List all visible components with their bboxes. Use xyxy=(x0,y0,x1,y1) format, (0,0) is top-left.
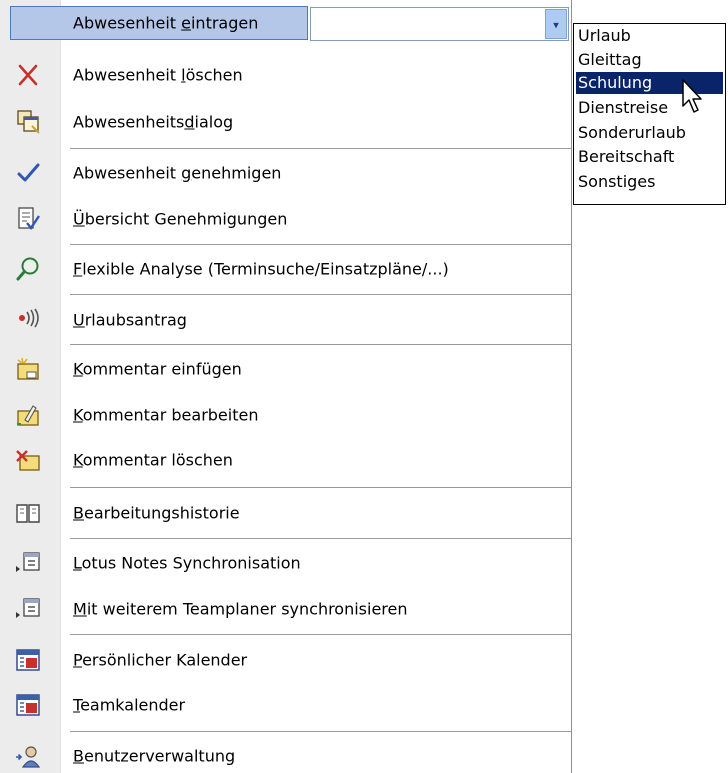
dialog-window-icon xyxy=(17,110,40,134)
menu-item-label: Mit weiterem Teamplaner synchronisieren xyxy=(73,599,408,619)
menu-separator xyxy=(70,731,571,732)
menu-item-label: Abwesenheitsdialog xyxy=(73,112,234,132)
menu-item-teamplaner-synchronisieren[interactable]: Mit weiterem Teamplaner synchronisieren xyxy=(0,586,571,632)
menu-item-label: Abwesenheit löschen xyxy=(73,65,243,85)
menu-item-abwesenheit-genehmigen[interactable]: Abwesenheit genehmigen xyxy=(0,150,571,196)
menu-item-label: Kommentar löschen xyxy=(73,450,233,470)
user-admin-icon xyxy=(16,746,41,768)
menu-separator xyxy=(70,294,571,295)
menu-item-uebersicht-genehmigungen[interactable]: Übersicht Genehmigungen xyxy=(0,196,571,242)
menu-item-label: Kommentar bearbeiten xyxy=(73,405,259,425)
menu-item-label: Teamkalender xyxy=(73,695,186,715)
vacation-request-icon xyxy=(19,308,39,328)
mouse-pointer-icon xyxy=(682,79,702,113)
dropdown-option-gleittag[interactable]: Gleittag xyxy=(576,49,723,71)
checkmark-icon xyxy=(17,163,40,182)
edit-comment-icon xyxy=(17,405,39,426)
menu-separator xyxy=(70,244,571,245)
menu-item-label: Urlaubsantrag xyxy=(73,310,187,330)
delete-x-icon xyxy=(18,64,38,86)
chevron-down-icon: ▾ xyxy=(553,18,559,32)
menu-item-label: Benutzerverwaltung xyxy=(73,746,236,766)
menu-separator xyxy=(70,487,571,488)
menu-item-teamkalender[interactable]: Teamkalender xyxy=(0,682,571,728)
team-calendar-icon xyxy=(16,694,40,716)
magnifier-icon xyxy=(16,257,39,281)
menu-item-label: Kommentar einfügen xyxy=(73,359,242,379)
context-menu: Abwesenheit eintragen ▾ Abwesenheit lösc… xyxy=(0,0,572,773)
history-book-icon xyxy=(16,504,40,523)
combobox-dropdown-button[interactable]: ▾ xyxy=(545,9,567,39)
menu-item-persoenlicher-kalender[interactable]: Persönlicher Kalender xyxy=(0,637,571,683)
dropdown-option-sonstiges[interactable]: Sonstiges xyxy=(576,171,723,193)
menu-item-lotus-notes-synchronisation[interactable]: Lotus Notes Synchronisation xyxy=(0,540,571,586)
menu-item-label: Abwesenheit genehmigen xyxy=(73,163,282,183)
menu-item-label: Abwesenheit eintragen xyxy=(73,13,259,33)
delete-comment-icon xyxy=(16,450,40,471)
menu-item-abwesenheit-eintragen[interactable]: Abwesenheit eintragen ▾ xyxy=(0,0,571,46)
menu-item-urlaubsantrag[interactable]: Urlaubsantrag xyxy=(0,297,571,343)
menu-item-label: Lotus Notes Synchronisation xyxy=(73,553,301,573)
menu-item-flexible-analyse[interactable]: Flexible Analyse (Terminsuche/Einsatzplä… xyxy=(0,246,571,292)
menu-separator xyxy=(70,344,571,345)
menu-item-abwesenheit-loeschen[interactable]: Abwesenheit löschen xyxy=(0,52,571,98)
menu-separator xyxy=(70,634,571,635)
teamplaner-sync-icon xyxy=(16,598,40,618)
menu-item-label: Bearbeitungshistorie xyxy=(73,503,240,523)
menu-item-label: Persönlicher Kalender xyxy=(73,650,248,670)
dropdown-option-urlaub[interactable]: Urlaub xyxy=(576,25,723,47)
insert-comment-icon xyxy=(17,357,39,380)
approval-overview-icon xyxy=(18,207,40,231)
menu-item-abwesenheitsdialog[interactable]: Abwesenheitsdialog xyxy=(0,99,571,145)
menu-item-kommentar-loeschen[interactable]: Kommentar löschen xyxy=(0,437,571,483)
menu-item-kommentar-bearbeiten[interactable]: Kommentar bearbeiten xyxy=(0,392,571,438)
menu-separator xyxy=(70,148,571,149)
dropdown-option-sonderurlaub[interactable]: Sonderurlaub xyxy=(576,122,723,144)
menu-separator xyxy=(70,538,571,539)
personal-calendar-icon xyxy=(16,649,40,671)
absence-type-combobox[interactable]: ▾ xyxy=(310,7,569,41)
menu-item-benutzerverwaltung[interactable]: Benutzerverwaltung xyxy=(0,733,571,773)
dropdown-option-bereitschaft[interactable]: Bereitschaft xyxy=(576,146,723,168)
menu-item-label: Übersicht Genehmigungen xyxy=(73,209,288,229)
menu-item-kommentar-einfuegen[interactable]: Kommentar einfügen xyxy=(0,346,571,392)
lotus-notes-sync-icon xyxy=(16,552,40,572)
menu-item-label: Flexible Analyse (Terminsuche/Einsatzplä… xyxy=(73,259,449,279)
menu-item-bearbeitungshistorie[interactable]: Bearbeitungshistorie xyxy=(0,490,571,536)
